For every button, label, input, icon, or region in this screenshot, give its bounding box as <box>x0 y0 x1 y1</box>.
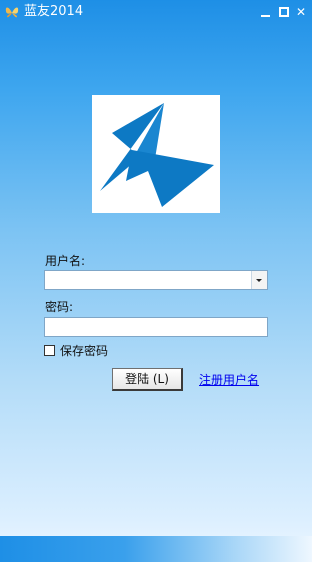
logo-panel <box>92 95 220 213</box>
username-dropdown-button[interactable] <box>251 271 267 289</box>
minimize-icon <box>261 15 270 17</box>
register-link[interactable]: 注册用户名 <box>199 373 259 387</box>
chevron-down-icon <box>256 279 262 282</box>
minimize-button[interactable] <box>258 3 274 21</box>
login-button[interactable]: 登陆 (L) <box>112 368 183 391</box>
bottom-status-bar <box>0 536 312 562</box>
title-bar[interactable]: 蓝友2014 ✕ <box>0 0 312 24</box>
password-field[interactable] <box>44 317 268 337</box>
app-butterfly-icon <box>4 4 20 20</box>
blue-swallow-logo-icon <box>100 103 214 207</box>
password-label: 密码: <box>45 300 74 314</box>
close-button[interactable]: ✕ <box>293 3 309 21</box>
maximize-icon <box>279 7 289 17</box>
username-combobox[interactable] <box>44 270 268 290</box>
close-icon: ✕ <box>295 5 307 19</box>
window-title: 蓝友2014 <box>24 4 84 19</box>
maximize-button[interactable] <box>276 3 292 21</box>
remember-password-checkbox[interactable] <box>44 345 55 356</box>
username-label: 用户名: <box>45 254 86 268</box>
remember-password-label[interactable]: 保存密码 <box>60 344 108 358</box>
login-window: 蓝友2014 ✕ 用户名: 密码: 保存密码 登陆 (L) 注册用户名 <box>0 0 312 562</box>
